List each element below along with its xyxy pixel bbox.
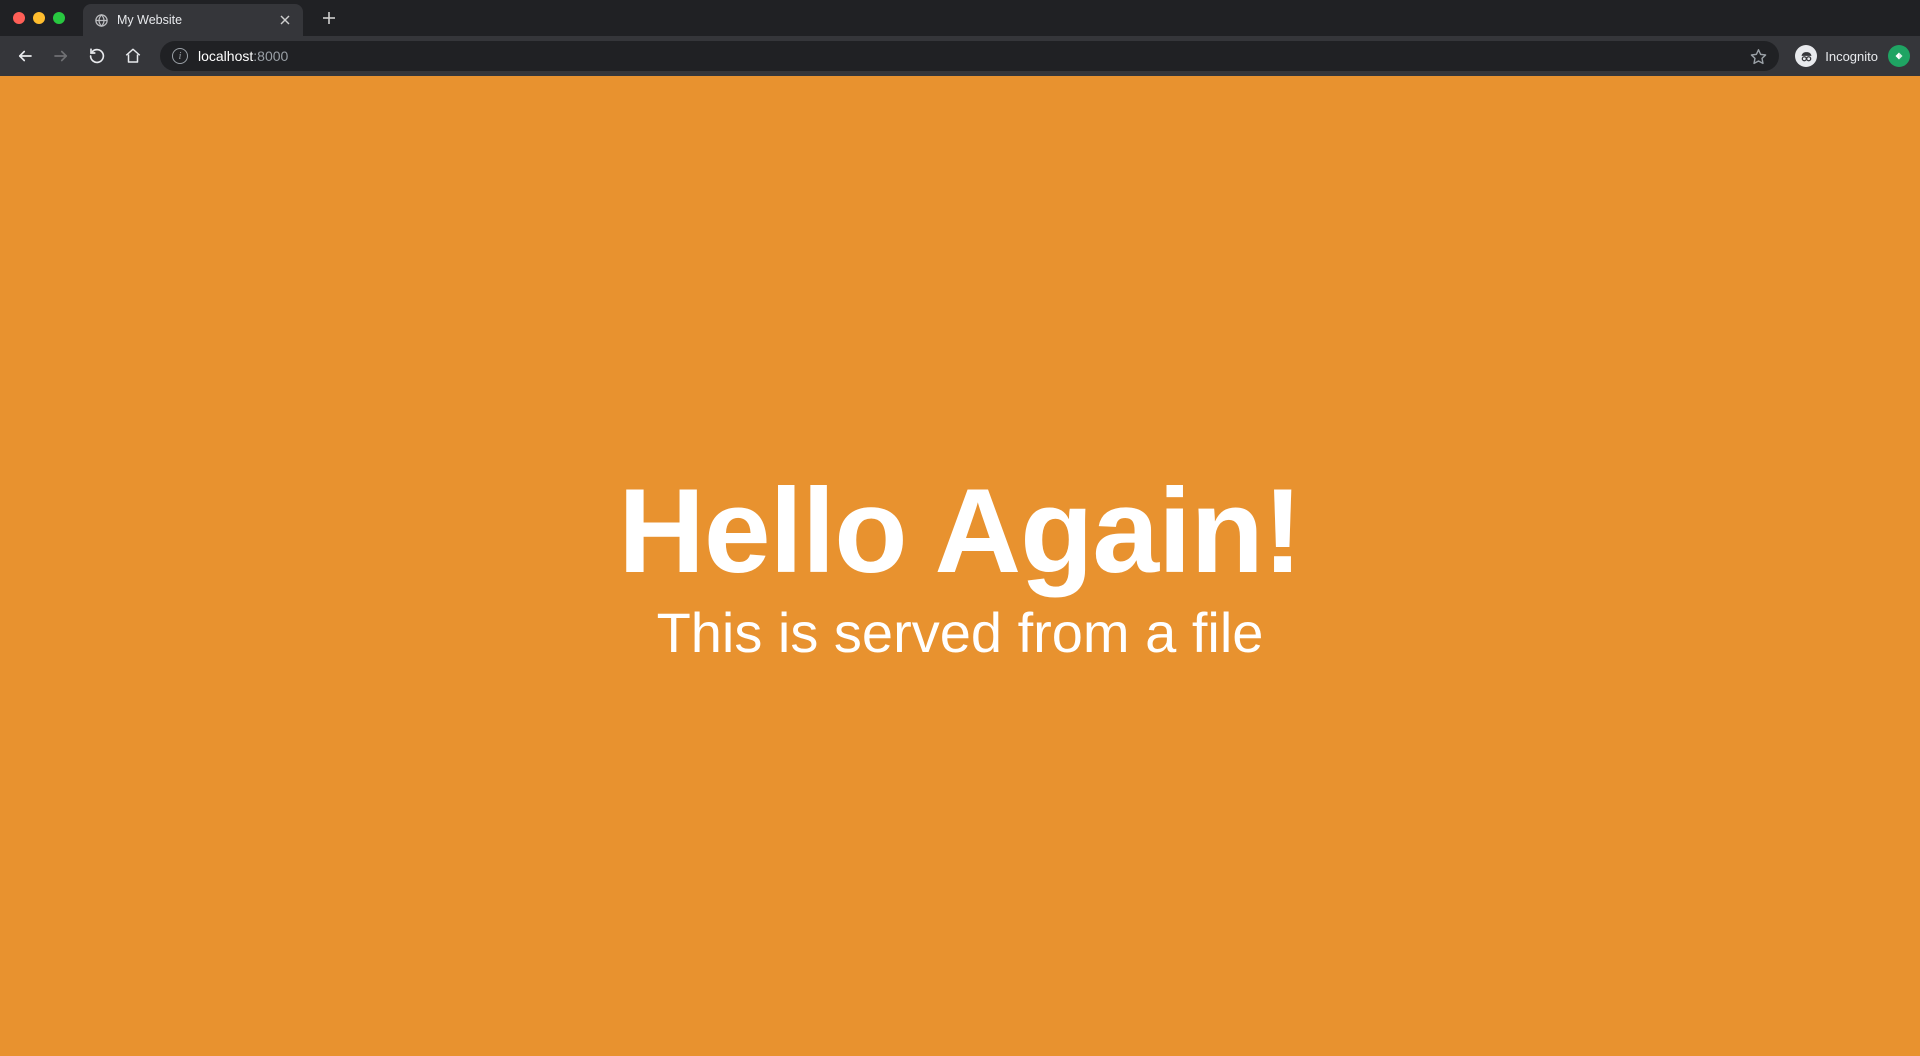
reload-button[interactable] <box>82 41 112 71</box>
window-maximize-button[interactable] <box>53 12 65 24</box>
extension-badge[interactable] <box>1888 45 1910 67</box>
url-host: localhost <box>198 48 253 64</box>
page-viewport: Hello Again! This is served from a file <box>0 76 1920 1056</box>
forward-button[interactable] <box>46 41 76 71</box>
incognito-indicator[interactable]: Incognito <box>1795 45 1878 67</box>
browser-tab-active[interactable]: My Website <box>83 4 303 36</box>
globe-icon <box>93 12 109 28</box>
window-titlebar: My Website <box>0 0 1920 36</box>
address-bar[interactable]: i localhost:8000 <box>160 41 1779 71</box>
page-subheading: This is served from a file <box>657 600 1264 665</box>
browser-toolbar: i localhost:8000 Incognito <box>0 36 1920 76</box>
window-minimize-button[interactable] <box>33 12 45 24</box>
bookmark-star-icon[interactable] <box>1749 47 1767 65</box>
url-text: localhost:8000 <box>198 48 288 64</box>
incognito-icon <box>1795 45 1817 67</box>
window-controls <box>13 12 65 24</box>
tab-title: My Website <box>117 13 269 27</box>
back-button[interactable] <box>10 41 40 71</box>
tab-close-button[interactable] <box>277 12 293 28</box>
site-info-icon[interactable]: i <box>172 48 188 64</box>
url-port: :8000 <box>253 48 288 64</box>
page-heading: Hello Again! <box>618 468 1302 594</box>
incognito-label: Incognito <box>1825 49 1878 64</box>
new-tab-button[interactable] <box>315 4 343 32</box>
home-button[interactable] <box>118 41 148 71</box>
window-close-button[interactable] <box>13 12 25 24</box>
